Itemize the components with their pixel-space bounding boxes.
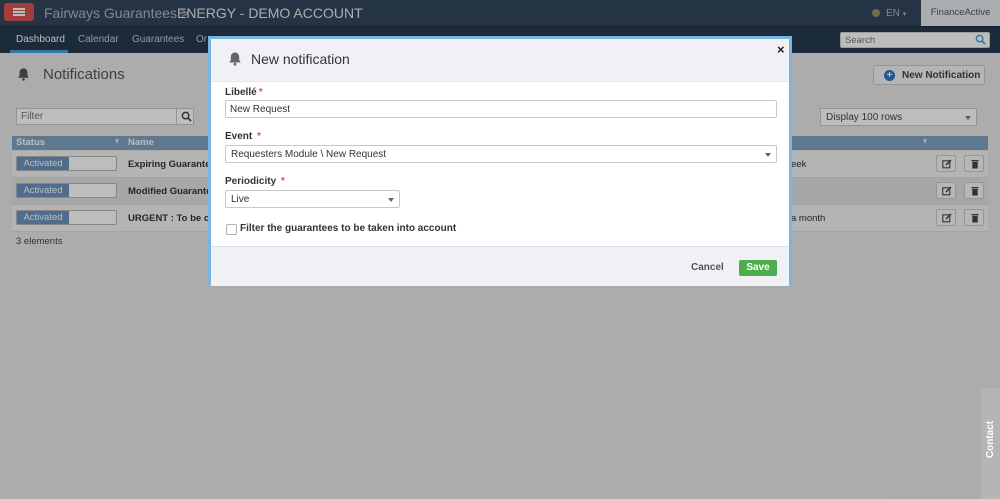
chevron-down-icon	[388, 198, 394, 202]
modal-title: New notification	[251, 51, 350, 67]
periodicity-label: Periodicity *	[225, 176, 285, 187]
chevron-down-icon	[765, 153, 771, 157]
bell-icon	[229, 52, 241, 66]
libelle-input[interactable]	[226, 101, 774, 117]
event-select[interactable]: Requesters Module \ New Request	[225, 145, 777, 163]
libelle-field	[225, 100, 777, 118]
filter-guarantees-label[interactable]: Filter the guarantees to be taken into a…	[240, 223, 456, 234]
filter-guarantees-checkbox[interactable]	[226, 224, 237, 235]
cancel-button[interactable]: Cancel	[691, 262, 724, 273]
save-button[interactable]: Save	[739, 260, 777, 276]
libelle-label: Libellé *	[225, 87, 263, 98]
contact-tab[interactable]: Contact	[981, 388, 1000, 499]
new-notification-modal: New notification × Libellé* Event * Requ…	[208, 36, 792, 286]
modal-footer: Cancel Save	[211, 246, 789, 286]
periodicity-select[interactable]: Live	[225, 190, 400, 208]
event-label: Event *	[225, 131, 261, 142]
modal-header: New notification ×	[211, 39, 789, 82]
close-icon[interactable]: ×	[777, 42, 785, 57]
